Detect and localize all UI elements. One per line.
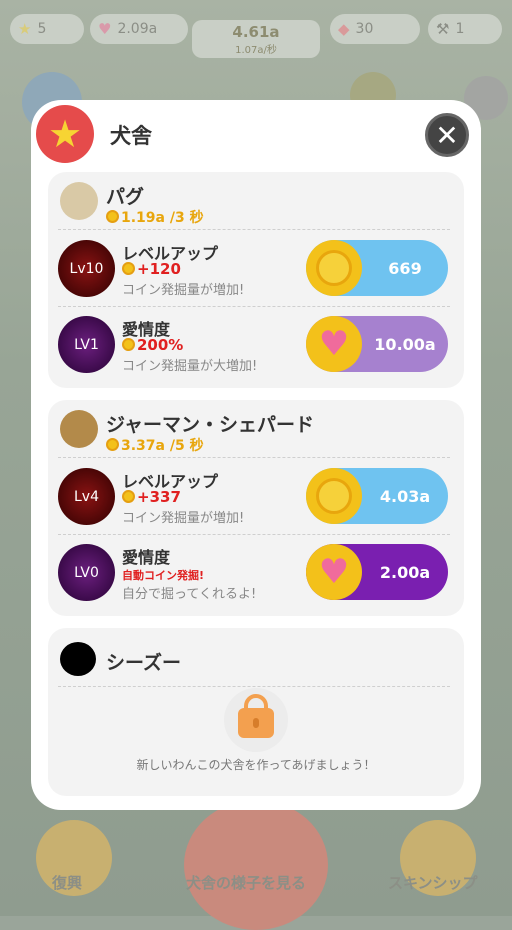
dog-name: シーズー <box>106 652 182 674</box>
coin-icon <box>106 438 119 451</box>
revive-label: 復興 <box>52 874 83 892</box>
coin-icon <box>306 240 362 296</box>
dog-rate: 1.19a /3 秒 <box>106 207 204 227</box>
heart-icon: ♥ <box>306 544 362 600</box>
star-icon: ★ <box>18 20 32 38</box>
hearts-counter: ♥ 2.09a <box>90 14 188 44</box>
love-desc: 自分で掘ってくれるよ! <box>122 587 257 602</box>
heart-icon: ♥ <box>306 316 362 372</box>
coin-icon <box>122 262 135 275</box>
coin-icon <box>122 490 135 503</box>
view-kennel-label: 犬舎の様子を見る <box>186 874 307 892</box>
divider <box>58 229 450 230</box>
levelup-desc: コイン発掘量が増加! <box>122 283 245 298</box>
love-badge: LV1 <box>58 316 115 373</box>
divider <box>58 534 450 535</box>
levelup-value: +120 <box>122 260 181 278</box>
tools-counter: ⚒ 1 <box>428 14 502 44</box>
gem-icon: ◆ <box>338 20 350 38</box>
coin-icon <box>106 210 119 223</box>
hammer-icon: ⚒ <box>436 20 450 38</box>
divider <box>58 686 450 687</box>
gems-counter: ◆ 30 <box>330 14 420 44</box>
love-desc: コイン発掘量が大増加! <box>122 359 258 374</box>
levelup-button[interactable]: 4.03a <box>306 468 448 524</box>
love-value: 自動コイン発掘! <box>122 569 205 582</box>
locked-message: 新しいわんこの犬舎を作ってあげましょう！ <box>136 758 376 772</box>
coin-counter: 4.61a 1.07a/秒 <box>192 20 320 58</box>
love-button[interactable]: ♥ 2.00a <box>306 544 448 600</box>
love-badge: LV0 <box>58 544 115 601</box>
lock-keyhole <box>253 718 259 728</box>
star-icon: ★ <box>36 105 94 163</box>
dog-name: パグ <box>106 186 145 208</box>
love-value: 200% <box>122 336 183 354</box>
coin-icon <box>122 338 135 351</box>
heart-icon: ♥ <box>98 20 112 38</box>
love-button[interactable]: ♥ 10.00a <box>306 316 448 372</box>
bg-center-button <box>184 800 328 930</box>
level-badge: Lv4 <box>58 468 115 525</box>
levelup-value: +337 <box>122 488 181 506</box>
shepherd-icon <box>60 410 98 448</box>
levelup-button[interactable]: 669 <box>306 240 448 296</box>
modal-title: 犬舎 <box>110 124 152 148</box>
close-icon[interactable]: ✕ <box>425 113 469 157</box>
divider <box>58 306 450 307</box>
levelup-desc: コイン発掘量が増加! <box>122 511 245 526</box>
coin-icon <box>306 468 362 524</box>
dog-name: ジャーマン・シェパード <box>106 414 315 436</box>
skinship-label: スキンシップ <box>388 874 478 892</box>
pug-icon <box>60 182 98 220</box>
dog-rate: 3.37a /5 秒 <box>106 435 204 455</box>
divider <box>58 457 450 458</box>
love-title: 愛情度 <box>122 548 171 567</box>
level-badge: Lv10 <box>58 240 115 297</box>
stars-counter: ★ 5 <box>10 14 84 44</box>
shihtzu-silhouette-icon <box>60 642 96 676</box>
